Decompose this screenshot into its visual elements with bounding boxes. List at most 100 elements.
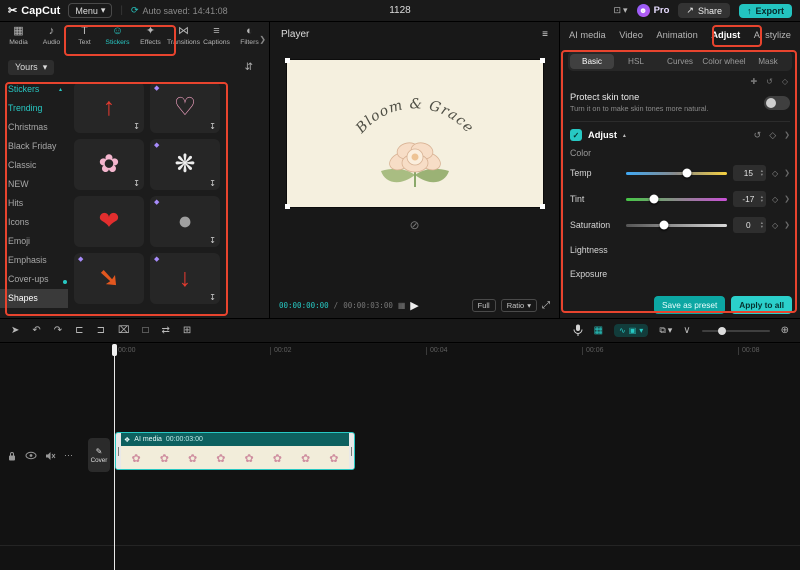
category-classic[interactable]: Classic	[0, 156, 68, 175]
adjust-checkbox[interactable]: ✓	[570, 129, 582, 141]
tab-ai-media[interactable]: AI media	[569, 30, 606, 40]
zoom-fit-icon[interactable]: ⊕	[781, 325, 789, 336]
download-icon[interactable]: ↧	[133, 122, 140, 131]
saturation-value-box[interactable]: 0 ▴ ▾	[732, 217, 766, 233]
sticker-item-arrow-down[interactable]: ◆ ↓ ↧	[150, 253, 220, 304]
delete-icon[interactable]: ⌧	[118, 325, 130, 336]
keyframe-icon[interactable]: ◇	[772, 169, 778, 178]
ratio-dropdown[interactable]: Ratio ▾	[500, 298, 537, 312]
reset-icon[interactable]: ↺	[754, 130, 762, 141]
sticker-item-white-petals[interactable]: ◆ ❋ ↧	[150, 139, 220, 190]
saturation-slider-handle[interactable]	[659, 220, 669, 230]
category-trending[interactable]: Trending	[0, 99, 68, 118]
tint-slider[interactable]	[626, 194, 727, 204]
layout-icon[interactable]: ⊞	[183, 325, 191, 336]
download-icon[interactable]: ↧	[209, 179, 216, 188]
tab-ai-stylize[interactable]: AI stylize	[754, 30, 791, 40]
mute-track-icon[interactable]	[45, 451, 56, 461]
category-black-friday[interactable]: Black Friday	[0, 137, 68, 156]
menu-button[interactable]: Menu ▾	[68, 3, 113, 18]
sticker-item-moon[interactable]: ◆ ● ↧	[150, 196, 220, 247]
tab-transitions[interactable]: ⋈ Transitions	[167, 25, 200, 56]
keyframe-icon[interactable]: ◇	[772, 221, 778, 230]
selection-handle[interactable]	[540, 58, 545, 63]
apply-to-all-button[interactable]: Apply to all	[731, 296, 792, 314]
protect-skin-tone-toggle[interactable]	[764, 95, 790, 110]
stepper-down-icon[interactable]: ▾	[761, 198, 763, 204]
edit-cover-button[interactable]: ✎ Cover	[88, 438, 110, 472]
subtab-curves[interactable]: Curves	[658, 54, 702, 69]
preview-canvas[interactable]: Bloom & Grace	[285, 58, 545, 209]
sticker-item-curved-arrow[interactable]: ◆ ➘	[74, 253, 144, 304]
preview-mode-toggle[interactable]: ∿ ▣ ▾	[614, 324, 649, 337]
player-menu-icon[interactable]: ≡	[542, 29, 548, 40]
category-emphasis[interactable]: Emphasis	[0, 251, 68, 270]
tab-media[interactable]: ▦ Media	[2, 25, 35, 56]
download-icon[interactable]: ↧	[133, 179, 140, 188]
category-shapes[interactable]: Shapes	[0, 289, 68, 308]
saturation-slider[interactable]	[626, 220, 727, 230]
sticker-item-arrow-up[interactable]: ↑ ↧	[74, 82, 144, 133]
stepper-down-icon[interactable]: ▾	[761, 224, 763, 230]
subtab-color-wheel[interactable]: Color wheel	[702, 54, 746, 69]
play-button[interactable]: ▶	[410, 299, 418, 312]
expand-icon[interactable]: ❯	[784, 169, 790, 177]
redo-icon[interactable]: ↷	[54, 325, 62, 336]
temp-value-box[interactable]: 15 ▴ ▾	[732, 165, 766, 181]
tint-value-box[interactable]: -17 ▴ ▾	[732, 191, 766, 207]
keyframe-icon[interactable]: ◇	[769, 130, 776, 141]
sticker-item-scribble-heart[interactable]: ◆ ♡ ↧	[150, 82, 220, 133]
select-tool-icon[interactable]: ➤	[11, 325, 19, 336]
subtab-basic[interactable]: Basic	[570, 53, 614, 69]
clip-trim-handle-right[interactable]	[349, 433, 354, 469]
watermark-toggle-icon[interactable]: ⊘	[409, 218, 419, 232]
mic-icon[interactable]	[573, 324, 583, 337]
split-left-icon[interactable]: ⊏	[75, 325, 83, 336]
stepper-down-icon[interactable]: ▾	[761, 172, 763, 178]
timeline-zoom-slider[interactable]	[701, 326, 770, 335]
category-emoji[interactable]: Emoji	[0, 232, 68, 251]
subtab-mask[interactable]: Mask	[746, 54, 790, 69]
download-icon[interactable]: ↧	[209, 122, 216, 131]
expand-icon[interactable]: ❯	[784, 221, 790, 229]
selection-handle[interactable]	[285, 204, 290, 209]
export-button[interactable]: ↑ Export	[738, 3, 792, 18]
source-dropdown[interactable]: Yours ▾	[8, 59, 55, 75]
sticker-item-glossy-heart[interactable]: ❤	[74, 196, 144, 247]
download-icon[interactable]: ↧	[209, 293, 216, 302]
subtab-hsl[interactable]: HSL	[614, 54, 658, 69]
zoom-slider-handle[interactable]	[718, 326, 726, 335]
pro-badge[interactable]: ☻ Pro	[636, 4, 669, 17]
save-as-preset-button[interactable]: Save as preset	[653, 296, 726, 314]
clip-trim-handle-left[interactable]	[116, 433, 121, 469]
mirror-icon[interactable]: ⇄	[162, 325, 170, 336]
category-christmas[interactable]: Christmas	[0, 118, 68, 137]
lock-track-icon[interactable]	[7, 451, 17, 461]
share-button[interactable]: ↗ Share	[678, 3, 730, 18]
expand-icon[interactable]: ❯	[784, 131, 790, 139]
temp-slider-handle[interactable]	[682, 168, 692, 178]
category-new[interactable]: NEW	[0, 175, 68, 194]
category-cover-ups[interactable]: Cover-ups	[0, 270, 68, 289]
category-stickers[interactable]: Stickers ▴	[0, 80, 68, 99]
category-hits[interactable]: Hits	[0, 194, 68, 213]
full-preview-button[interactable]: Full	[471, 298, 496, 312]
keyframe-icon[interactable]: ◇	[782, 77, 788, 86]
tab-stickers[interactable]: ☺ Stickers	[101, 25, 134, 56]
reset-icon[interactable]: ↺	[766, 77, 773, 86]
linked-clips-dropdown[interactable]: ⧉ ▾	[659, 325, 672, 336]
track-more-icon[interactable]: ⋯	[64, 450, 73, 461]
tab-text[interactable]: T Text	[68, 25, 101, 56]
add-icon[interactable]: ✚	[750, 77, 757, 86]
magnet-snap-icon[interactable]: ▦	[594, 325, 603, 336]
chevron-down-icon[interactable]: ∨	[683, 325, 690, 336]
split-right-icon[interactable]: ⊐	[97, 325, 105, 336]
ai-media-clip[interactable]: ❖ AI media 00:00:03:00 ✿ ✿ ✿ ✿ ✿ ✿ ✿ ✿	[115, 432, 355, 470]
display-mode-button[interactable]: ⊡ ▾	[613, 5, 627, 16]
category-icons[interactable]: Icons	[0, 213, 68, 232]
sticker-item-flower[interactable]: ✿ ↧	[74, 139, 144, 190]
selection-handle[interactable]	[540, 204, 545, 209]
expand-icon[interactable]: ❯	[784, 195, 790, 203]
playhead[interactable]	[114, 344, 115, 570]
playhead-handle[interactable]	[112, 344, 117, 356]
